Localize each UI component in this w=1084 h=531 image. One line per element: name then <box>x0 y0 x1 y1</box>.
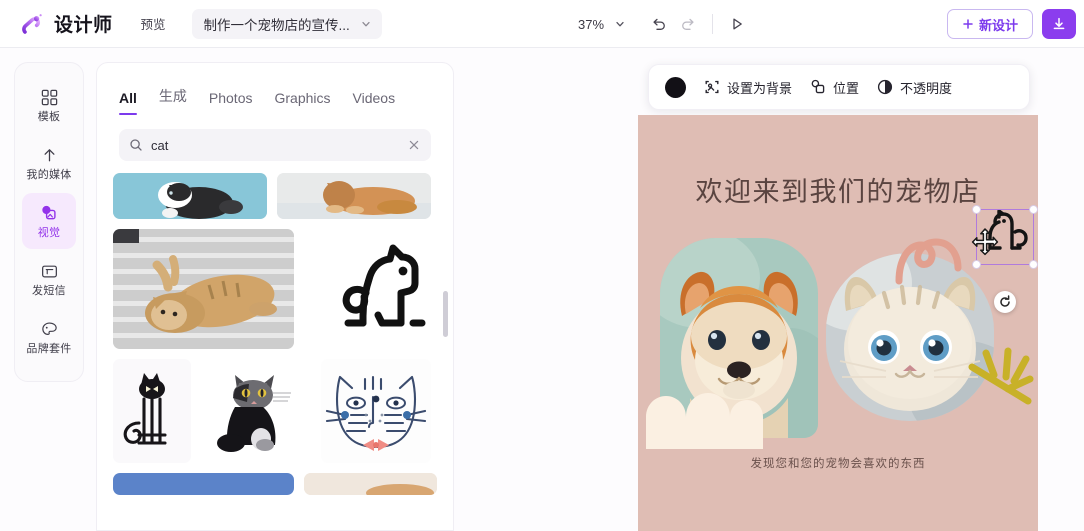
opacity-label: 不透明度 <box>900 80 953 96</box>
toolbar-divider <box>712 14 714 34</box>
ginger-cat-lying-photo[interactable] <box>277 173 431 219</box>
grid-templates-icon <box>40 88 59 107</box>
tab-videos[interactable]: Videos <box>353 90 396 115</box>
black-cat-sitting-graphic[interactable] <box>113 359 191 463</box>
sidebar-item-visuals[interactable]: 视觉 <box>22 193 76 249</box>
download-button[interactable] <box>1042 9 1076 39</box>
result-row-partial <box>113 473 437 495</box>
resize-handle-bottom-right[interactable] <box>1029 260 1038 269</box>
light-beige-photo[interactable] <box>303 473 437 495</box>
tab-generate[interactable]: 生成 <box>159 86 187 115</box>
sidebar-item-label: 模板 <box>37 110 61 123</box>
palette-brand-icon <box>40 320 59 339</box>
asset-search-panel: All 生成 Photos Graphics Videos cat <box>96 62 454 531</box>
sidebar-item-brand-kit[interactable]: 品牌套件 <box>22 309 76 365</box>
tab-photos[interactable]: Photos <box>209 90 253 115</box>
position-button[interactable]: 位置 <box>809 78 859 97</box>
canvas-caption-text[interactable]: 发现您和您的宠物会喜欢的东西 <box>638 455 1038 471</box>
designer-app-window: 设计师 预览 制作一个宠物店的宣传... 37% 新设计 模板 我的媒体 视觉 … <box>0 0 1084 531</box>
sidebar-item-label: 我的媒体 <box>26 168 72 181</box>
move-cursor-icon <box>970 227 1000 257</box>
search-icon <box>129 138 143 152</box>
result-row <box>113 173 437 219</box>
app-title: 设计师 <box>54 15 113 36</box>
tabby-cat-on-blanket-photo[interactable] <box>113 229 294 349</box>
tuxedo-cat-illustration[interactable] <box>201 359 311 463</box>
visuals-shapes-icon <box>39 203 59 223</box>
opacity-button[interactable]: 不透明度 <box>876 78 952 97</box>
undo-icon[interactable] <box>644 10 672 38</box>
redo-icon[interactable] <box>674 10 702 38</box>
sidebar-item-label: 发短信 <box>32 284 66 297</box>
magic-wand-logo-icon[interactable] <box>16 9 46 39</box>
sidebar-item-label: 视觉 <box>37 227 61 239</box>
tab-all[interactable]: All <box>119 90 137 115</box>
opacity-half-circle-icon <box>876 78 894 96</box>
chevron-down-icon <box>360 18 372 30</box>
sidebar-item-text[interactable]: 发短信 <box>22 251 76 307</box>
search-results <box>97 173 453 495</box>
olive-leaf-decoration[interactable] <box>968 343 1038 413</box>
result-row <box>113 229 437 349</box>
chevron-down-icon[interactable] <box>606 10 634 38</box>
left-sidebar-rail: 模板 我的媒体 视觉 发短信 品牌套件 <box>14 62 84 382</box>
upload-media-icon <box>40 146 59 165</box>
zoom-level-label[interactable]: 37% <box>578 17 604 32</box>
sidebar-item-my-media[interactable]: 我的媒体 <box>22 135 76 191</box>
result-row <box>113 359 437 463</box>
panel-tabs: All 生成 Photos Graphics Videos <box>97 63 453 115</box>
sidebar-item-label: 品牌套件 <box>26 342 72 355</box>
position-label: 位置 <box>833 80 860 96</box>
color-swatch-button[interactable] <box>665 76 686 98</box>
rotate-icon[interactable] <box>994 291 1016 313</box>
preview-button[interactable]: 预览 <box>133 9 174 38</box>
top-right-actions: 新设计 <box>946 0 1076 48</box>
new-design-label: 新设计 <box>978 17 1018 33</box>
element-context-toolbar: 设置为背景 位置 不透明度 <box>648 64 1030 110</box>
blue-banner-photo[interactable] <box>113 473 294 495</box>
zoom-controls: 37% <box>578 0 751 48</box>
resize-handle-top-left[interactable] <box>972 205 981 214</box>
design-canvas[interactable]: 欢迎来到我们的宠物店 发现您和您的宠物会喜欢的东西 <box>638 115 1038 531</box>
sidebar-item-templates[interactable]: 模板 <box>22 77 76 133</box>
tab-graphics[interactable]: Graphics <box>274 90 330 115</box>
play-triangle-icon[interactable] <box>723 10 751 38</box>
search-bar[interactable]: cat <box>119 129 431 161</box>
resize-handle-top-right[interactable] <box>1029 205 1038 214</box>
top-bar: 设计师 预览 制作一个宠物店的宣传... 37% 新设计 <box>0 0 1084 48</box>
black-white-kitten-photo[interactable] <box>113 173 267 219</box>
text-box-icon <box>40 262 59 281</box>
set-as-background-icon <box>703 78 721 96</box>
new-design-button[interactable]: 新设计 <box>946 9 1033 39</box>
vertical-scrollbar[interactable] <box>443 291 448 337</box>
close-x-icon[interactable] <box>407 138 421 152</box>
plus-icon <box>962 18 974 30</box>
resize-handle-bottom-left[interactable] <box>972 260 981 269</box>
set-as-background-label: 设置为背景 <box>727 80 793 96</box>
striped-cat-face-bowtie-graphic[interactable] <box>321 359 431 463</box>
search-input[interactable]: cat <box>151 138 399 153</box>
document-name-dropdown[interactable]: 制作一个宠物店的宣传... <box>191 8 382 39</box>
cloud-shape[interactable] <box>646 387 776 449</box>
download-icon <box>1051 16 1067 32</box>
canvas-heading-text[interactable]: 欢迎来到我们的宠物店 <box>638 170 1038 209</box>
position-layers-icon <box>809 78 827 96</box>
dog-outline-graphic[interactable] <box>303 229 437 349</box>
set-as-background-button[interactable]: 设置为背景 <box>703 78 792 97</box>
document-name-label: 制作一个宠物店的宣传... <box>203 17 350 33</box>
